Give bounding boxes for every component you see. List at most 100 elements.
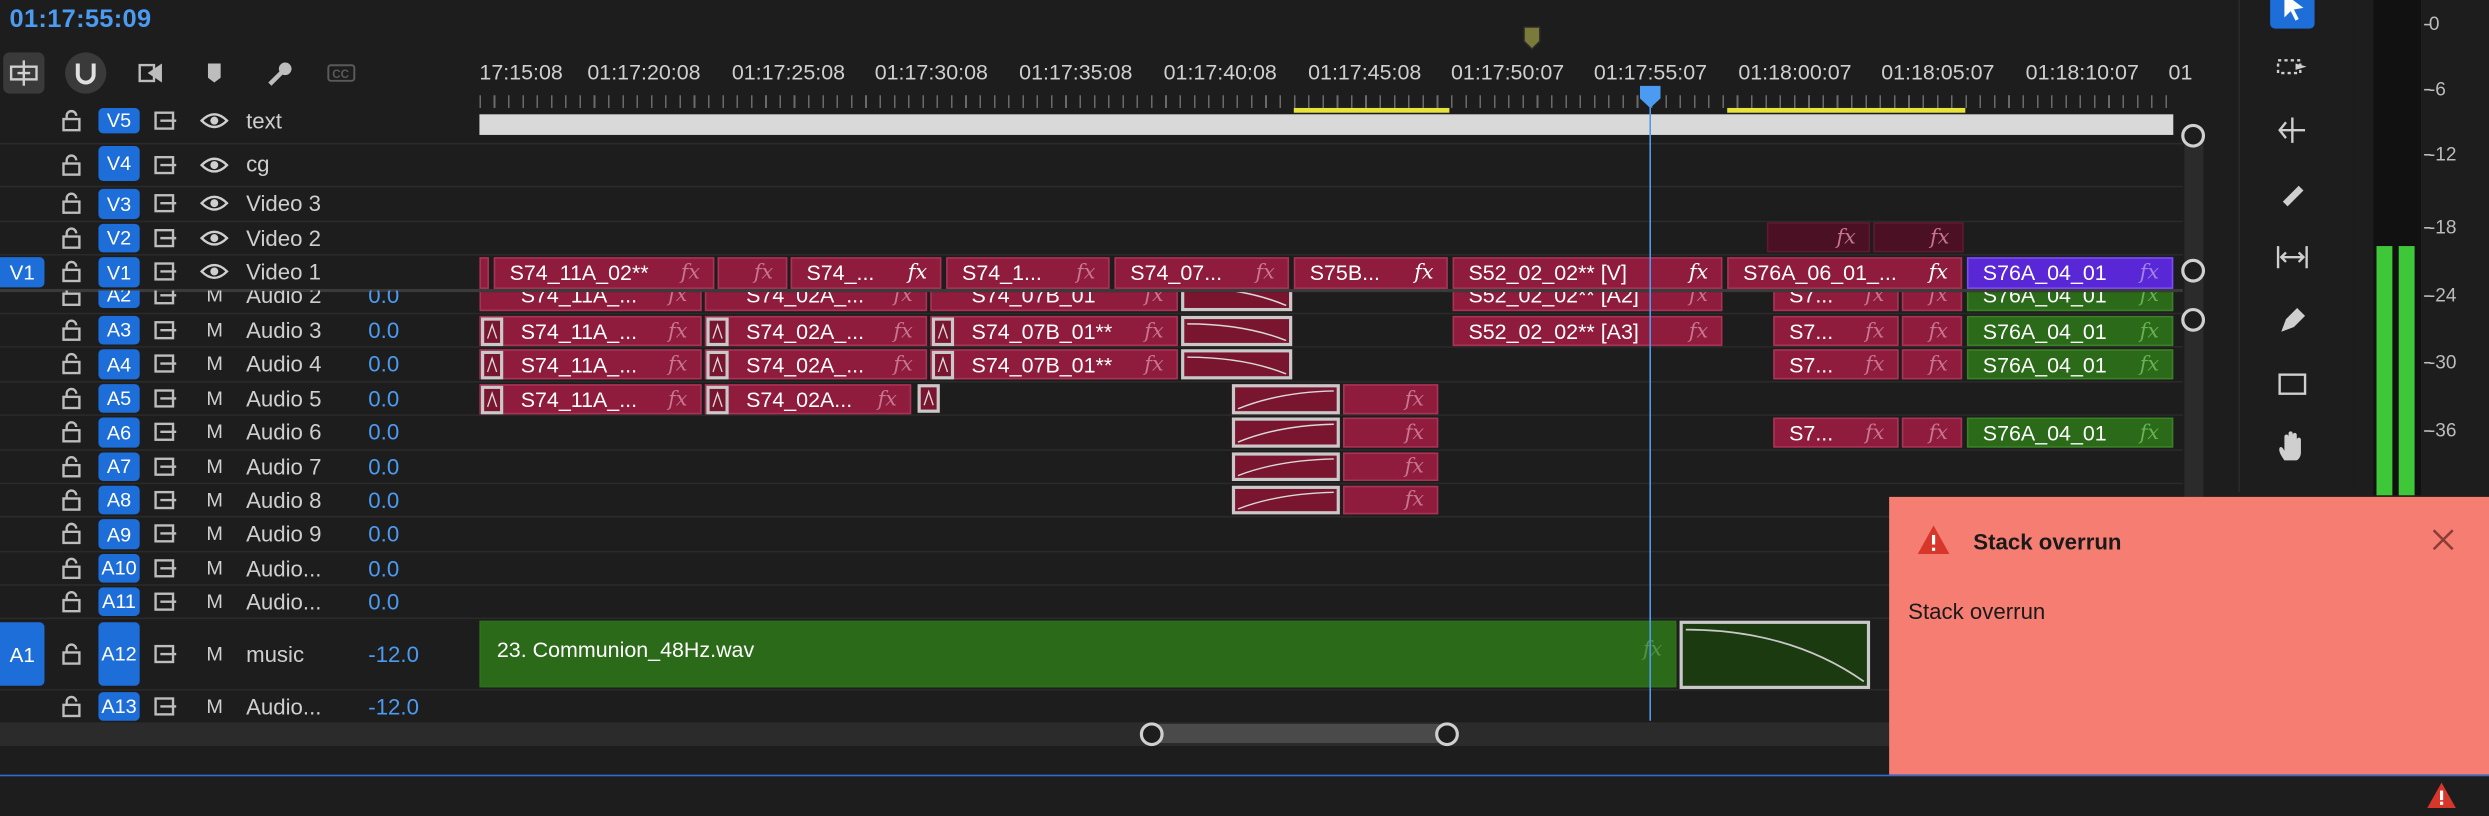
eye-icon[interactable] xyxy=(200,262,229,281)
pen-tool[interactable] xyxy=(2270,298,2314,342)
track-target-a6[interactable]: A6 xyxy=(98,417,140,448)
audio-transition[interactable] xyxy=(481,350,504,380)
audio-transition[interactable] xyxy=(1181,292,1293,312)
lock-icon[interactable] xyxy=(60,192,82,214)
razor-tool[interactable] xyxy=(2270,171,2314,215)
track-target-v2[interactable]: V2 xyxy=(98,223,140,253)
clip[interactable]: S76A_04_01 fx xyxy=(1966,292,2174,312)
lock-icon[interactable] xyxy=(60,227,82,249)
selection-tool[interactable] xyxy=(2270,0,2315,29)
clip[interactable]: S52_02_02** [A2] fx xyxy=(1452,292,1723,312)
audio-transition[interactable] xyxy=(1231,384,1340,415)
lock-icon[interactable] xyxy=(60,643,82,665)
clip[interactable]: fx xyxy=(1901,349,1963,380)
track-name[interactable]: Audio 2 xyxy=(246,291,321,308)
track-target-v4[interactable]: V4 xyxy=(98,146,140,181)
sync-lock-icon[interactable] xyxy=(154,524,178,543)
clip[interactable]: S76A_04_01 fx xyxy=(1966,349,2174,380)
track-target-a11[interactable]: A11 xyxy=(98,587,140,616)
clip[interactable]: fx xyxy=(1343,485,1439,515)
lock-icon[interactable] xyxy=(60,456,82,478)
track-target-a13[interactable]: A13 xyxy=(98,692,140,721)
track-volume[interactable]: 0.0 xyxy=(368,351,399,376)
sync-lock-icon[interactable] xyxy=(154,592,178,611)
sync-lock-icon[interactable] xyxy=(154,111,178,130)
clip[interactable]: fx xyxy=(1343,452,1439,482)
mute-button[interactable]: M xyxy=(206,291,223,307)
add-marker-button[interactable] xyxy=(194,52,235,93)
timeline-settings-button[interactable] xyxy=(257,52,298,93)
clip[interactable]: S76A_06_01_... fx xyxy=(1727,257,1963,289)
sync-lock-icon[interactable] xyxy=(154,290,178,305)
zoom-handle-right[interactable] xyxy=(1435,722,1459,747)
eye-icon[interactable] xyxy=(200,156,229,175)
mute-button[interactable]: M xyxy=(206,695,223,717)
track-name[interactable]: music xyxy=(246,641,304,666)
track-volume[interactable]: 0.0 xyxy=(368,419,399,444)
audio-transition[interactable] xyxy=(706,317,729,347)
horizontal-scrollbar[interactable] xyxy=(0,722,1890,747)
track-target-v1[interactable]: V1 xyxy=(98,257,140,288)
playhead-timecode[interactable]: 01:17:55:09 xyxy=(10,6,152,35)
track-volume[interactable]: 0.0 xyxy=(368,454,399,479)
lock-icon[interactable] xyxy=(60,387,82,410)
linked-selection-button[interactable] xyxy=(130,52,171,93)
clip[interactable]: S74_07B_01 fx xyxy=(930,292,1178,312)
clip[interactable]: S74_02A_... fx xyxy=(704,292,928,312)
track-target-a10[interactable]: A10 xyxy=(98,554,140,583)
clip[interactable]: S7... fx xyxy=(1773,315,1899,347)
sync-lock-icon[interactable] xyxy=(154,228,178,248)
audio-transition[interactable] xyxy=(706,385,729,415)
clip[interactable]: S74_11A_... fx xyxy=(479,349,702,380)
zoom-handle-left[interactable] xyxy=(1139,722,1164,747)
audio-transition[interactable] xyxy=(1231,452,1340,482)
audio-transition[interactable] xyxy=(931,317,955,347)
sync-lock-icon[interactable] xyxy=(154,697,178,716)
eye-icon[interactable] xyxy=(200,111,229,130)
clip[interactable]: S76A_04_01 fx xyxy=(1966,315,2174,347)
track-target-a4[interactable]: A4 xyxy=(98,349,140,380)
track-volume[interactable]: 0.0 xyxy=(368,318,399,343)
rectangle-tool[interactable] xyxy=(2270,362,2314,406)
clip[interactable]: S52_02_02** [A3] fx xyxy=(1452,315,1723,347)
track-volume[interactable]: 0.0 xyxy=(368,589,399,614)
captions-button[interactable]: CC xyxy=(321,52,362,93)
clip[interactable]: S74_... fx xyxy=(790,257,942,289)
mute-button[interactable]: M xyxy=(206,352,223,374)
scroll-handle[interactable] xyxy=(2181,123,2206,148)
track-target-a3[interactable]: A3 xyxy=(98,315,140,345)
snap-button[interactable] xyxy=(65,52,107,94)
clip[interactable]: S7... fx xyxy=(1773,417,1899,448)
track-name[interactable]: cg xyxy=(246,151,269,176)
track-name[interactable]: Audio... xyxy=(246,589,321,614)
clip[interactable]: fx xyxy=(1873,222,1964,253)
lock-icon[interactable] xyxy=(60,522,82,545)
clip[interactable]: S74_11A_... fx xyxy=(479,292,702,312)
clip[interactable]: S74_07... fx xyxy=(1114,257,1290,289)
clip[interactable]: S52_02_02** [V] fx xyxy=(1452,257,1723,289)
track-name[interactable]: Audio 8 xyxy=(246,487,321,512)
clip[interactable]: S76A_04_01 fx xyxy=(1966,257,2174,289)
track-name[interactable]: Audio 7 xyxy=(246,454,321,479)
lock-icon[interactable] xyxy=(60,557,82,580)
track-volume[interactable]: 0.0 xyxy=(368,556,399,581)
clip[interactable]: S74_02A_... fx xyxy=(704,315,928,347)
lock-icon[interactable] xyxy=(60,352,82,375)
audio-transition[interactable] xyxy=(1181,315,1293,347)
lock-icon[interactable] xyxy=(60,489,82,511)
clip[interactable]: S7... fx xyxy=(1773,292,1899,312)
track-name[interactable]: Video 3 xyxy=(246,191,321,216)
sync-lock-icon[interactable] xyxy=(154,354,178,373)
track-volume[interactable]: -12.0 xyxy=(368,641,419,666)
track-target-a7[interactable]: A7 xyxy=(98,452,140,482)
track-name[interactable]: Audio 4 xyxy=(246,351,321,376)
track-name[interactable]: Audio 9 xyxy=(246,521,321,546)
track-volume[interactable]: 0.0 xyxy=(368,521,399,546)
audio-transition[interactable] xyxy=(1231,485,1340,515)
sync-lock-icon[interactable] xyxy=(154,389,178,408)
sync-lock-icon[interactable] xyxy=(154,422,178,441)
sync-lock-icon[interactable] xyxy=(154,559,178,578)
lock-icon[interactable] xyxy=(60,319,82,341)
track-name[interactable]: Audio 6 xyxy=(246,419,321,444)
audio-transition[interactable] xyxy=(1231,417,1340,448)
